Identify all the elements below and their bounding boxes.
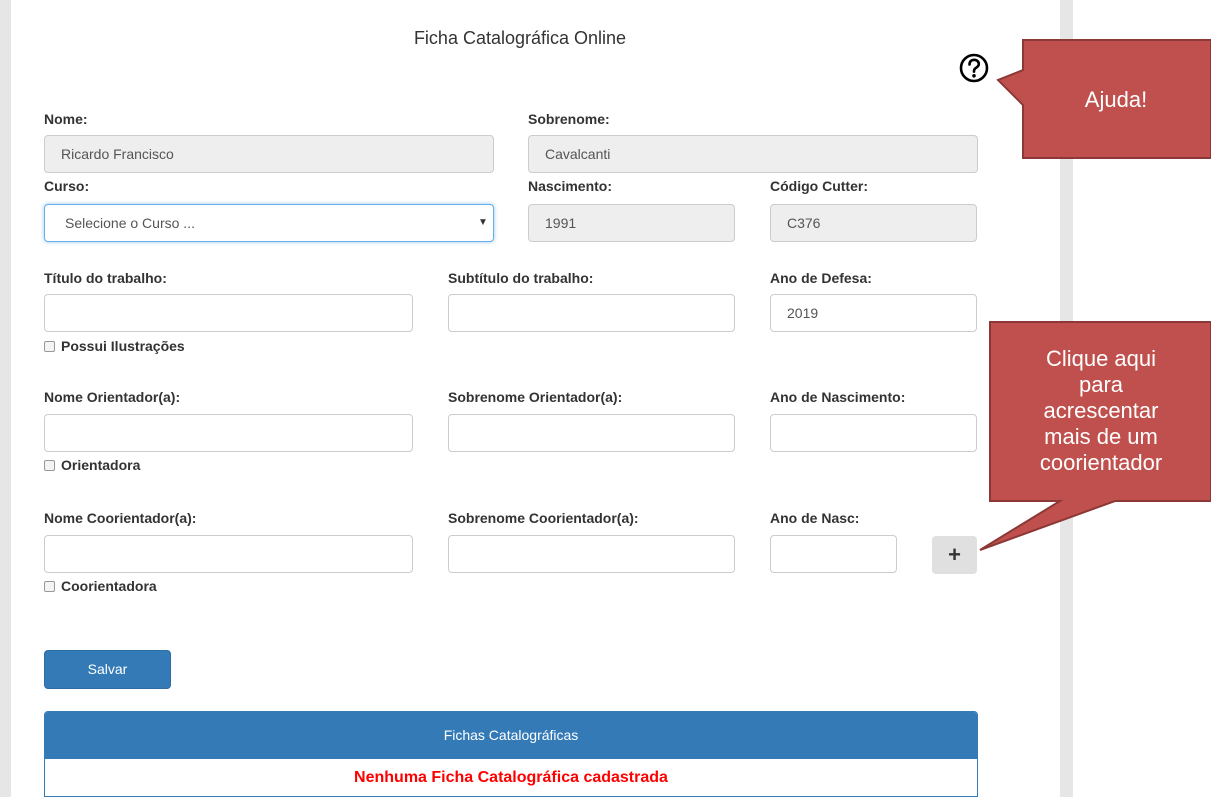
sobrenome-field[interactable]: Cavalcanti [528,135,978,173]
callout-line: acrescentar [1043,398,1159,423]
coorientadora-label: Coorientadora [61,578,157,594]
empty-message: Nenhuma Ficha Catalográfica cadastrada [354,769,668,786]
orientador-nome-input[interactable] [44,414,413,452]
orientador-sobrenome-label: Sobrenome Orientador(a): [448,389,623,405]
nome-field[interactable]: Ricardo Francisco [44,135,494,173]
coorientador-nome-input[interactable] [44,535,413,573]
help-callout-text: Ajuda! [1084,87,1148,112]
coorientador-sobrenome-label: Sobrenome Coorientador(a): [448,510,639,526]
cutter-label: Código Cutter: [770,178,868,194]
checkbox-box[interactable] [44,341,55,352]
fichas-panel: Fichas Catalográficas Nenhuma Ficha Cata… [44,711,978,797]
orientador-ano-label: Ano de Nascimento: [770,389,906,405]
left-gutter [0,0,11,797]
save-button[interactable]: Salvar [44,650,171,689]
subtitulo-input[interactable] [448,294,735,332]
nascimento-label: Nascimento: [528,178,613,194]
curso-label: Curso: [44,178,90,194]
checkbox-box[interactable] [44,460,55,471]
add-coorientador-callout: Clique aqui para acrescentar mais de um … [998,346,1204,476]
coorientador-ano-input[interactable] [770,535,897,573]
callout-line: Clique aqui [1045,346,1157,371]
panel-title: Fichas Catalográficas [45,712,977,759]
orientador-nome-label: Nome Orientador(a): [44,389,181,405]
checkbox-box[interactable] [44,581,55,592]
ilustracoes-label: Possui Ilustrações [61,338,185,354]
nome-label: Nome: [44,111,88,127]
question-circle-icon[interactable] [958,52,990,84]
orientadora-checkbox[interactable]: Orientadora [44,457,140,473]
orientador-ano-input[interactable] [770,414,977,452]
ano-defesa-label: Ano de Defesa: [770,270,872,286]
cutter-field[interactable]: C376 [770,204,977,242]
callout-line: mais de um [1044,424,1158,449]
ilustracoes-checkbox[interactable]: Possui Ilustrações [44,338,185,354]
page-title: Ficha Catalográfica Online [413,28,627,48]
orientadora-label: Orientadora [61,457,141,473]
ano-defesa-input[interactable]: 2019 [770,294,977,332]
orientador-sobrenome-input[interactable] [448,414,735,452]
add-coorientador-button[interactable]: + [932,536,977,574]
sobrenome-label: Sobrenome: [528,111,610,127]
nascimento-field[interactable]: 1991 [528,204,735,242]
coorientador-ano-label: Ano de Nasc: [770,510,860,526]
callout-line: para [1078,372,1124,397]
coorientador-nome-label: Nome Coorientador(a): [44,510,197,526]
titulo-input[interactable] [44,294,413,332]
titulo-label: Título do trabalho: [44,270,167,286]
coorientador-sobrenome-input[interactable] [448,535,735,573]
coorientadora-checkbox[interactable]: Coorientadora [44,578,157,594]
curso-select[interactable]: Selecione o Curso ... [44,204,494,242]
subtitulo-label: Subtítulo do trabalho: [448,270,594,286]
caret-down-icon: ▼ [478,217,488,228]
callout-line: coorientador [1039,450,1163,475]
